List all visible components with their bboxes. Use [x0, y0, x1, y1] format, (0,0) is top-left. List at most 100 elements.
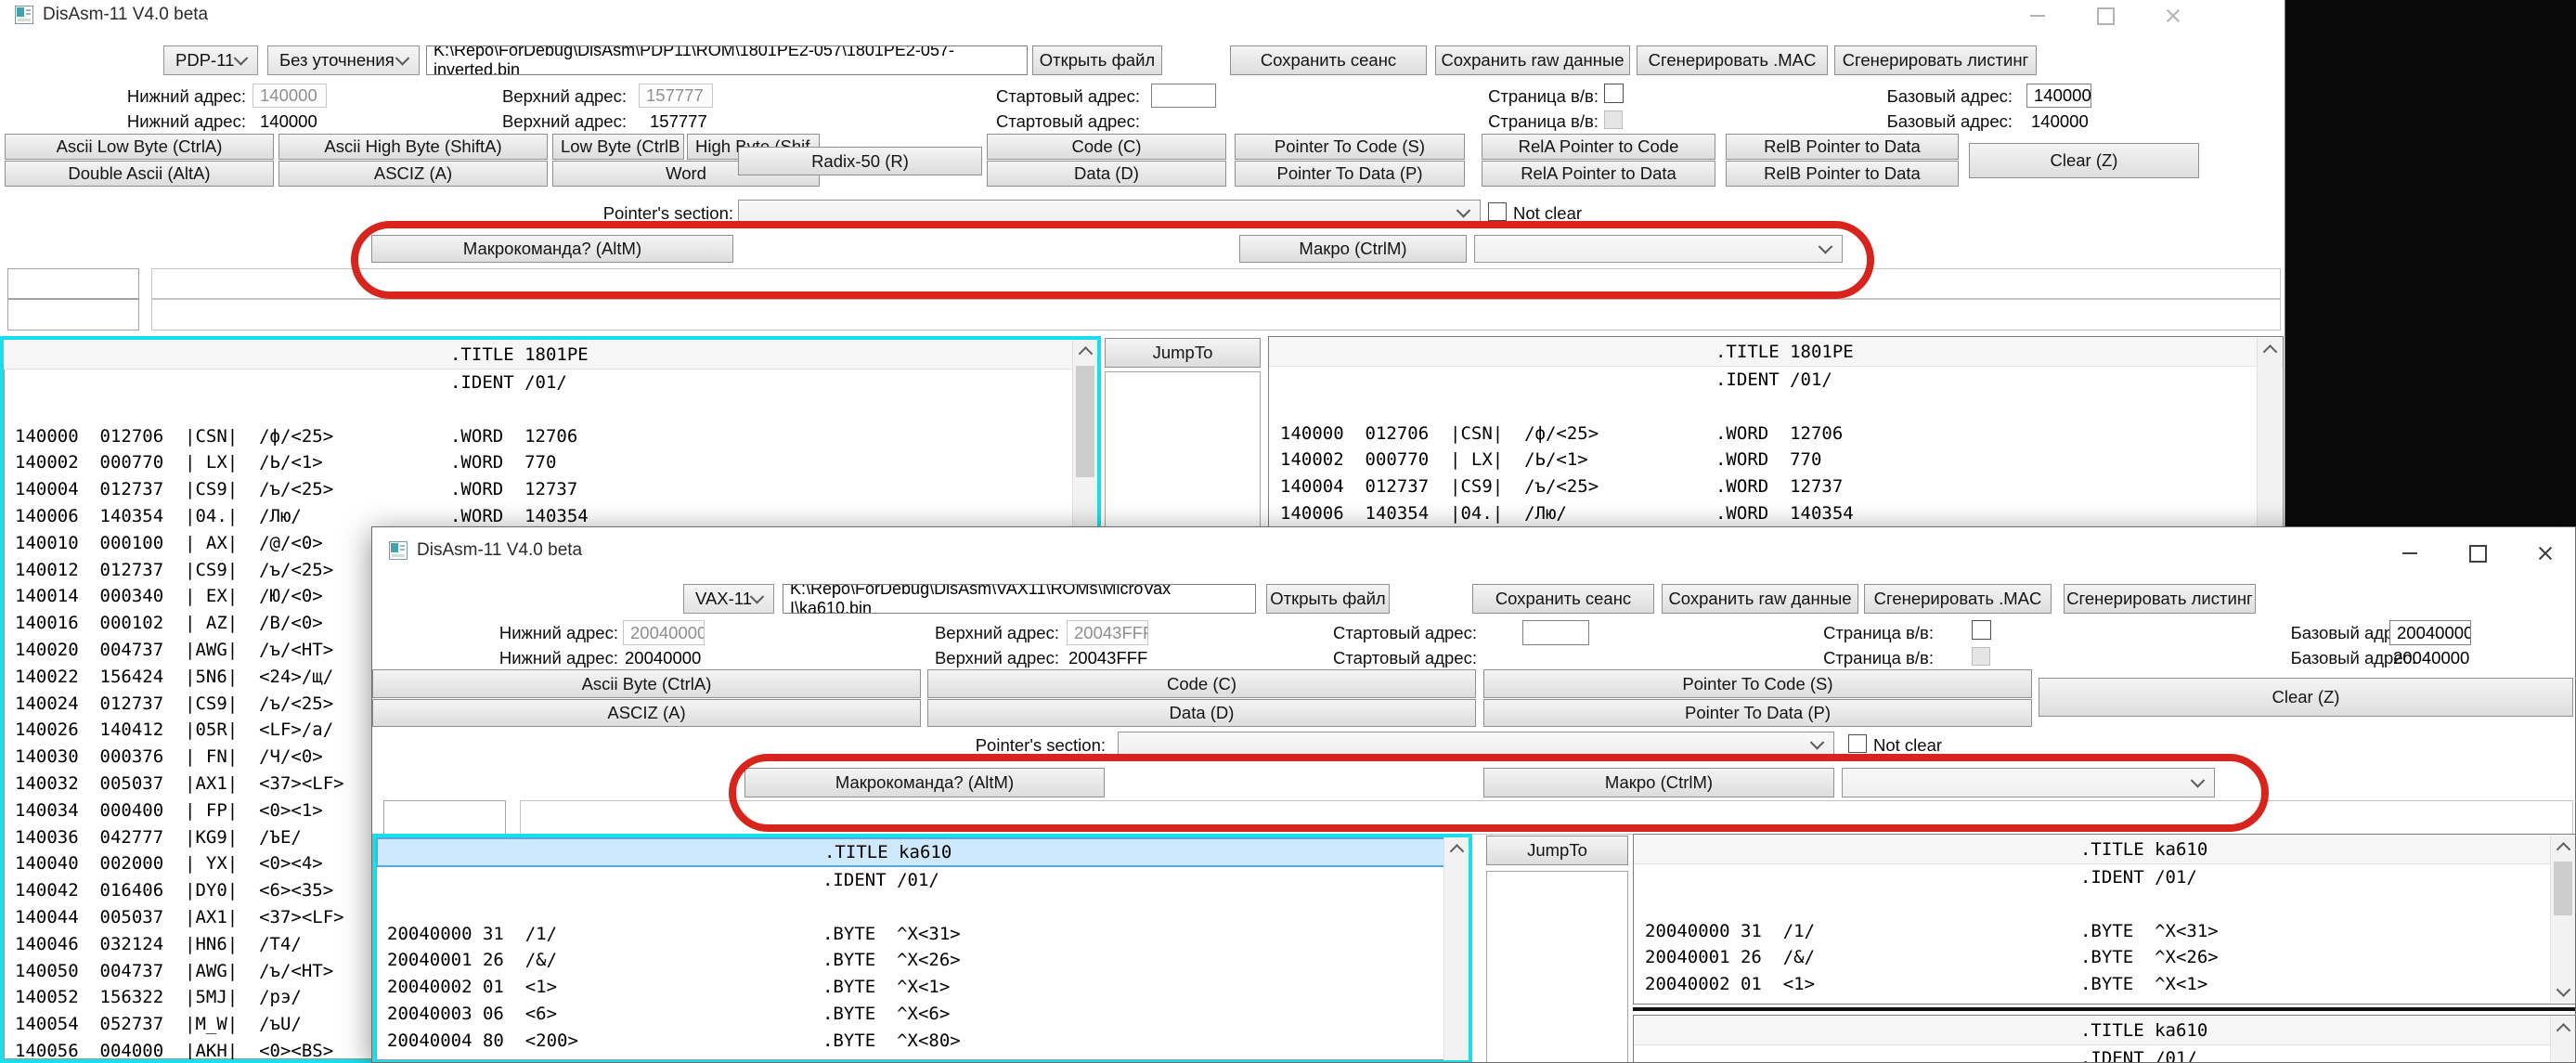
- scroll-up-icon[interactable]: [1444, 837, 1469, 862]
- code-button[interactable]: Code (C): [987, 134, 1226, 160]
- lower-address-value: 20040000: [625, 648, 701, 668]
- jumpto-button[interactable]: JumpTo: [1105, 338, 1261, 368]
- generate-mac-button[interactable]: Сгенерировать .MAC: [1864, 584, 2052, 614]
- generate-listing-button[interactable]: Сгенерировать листинг: [1834, 45, 2037, 75]
- close-icon[interactable]: [2152, 4, 2194, 28]
- listing-title-row[interactable]: .TITLE ka610: [1634, 835, 2576, 864]
- scrollbar-thumb[interactable]: [2554, 862, 2572, 915]
- base-address-label2: Базовый адрес:: [1819, 111, 2013, 132]
- relb-pointer-to-data-button1[interactable]: RelB Pointer to Data: [1726, 134, 1959, 160]
- generate-mac-button[interactable]: Сгенерировать .MAC: [1637, 45, 1828, 75]
- disasm-pane-left[interactable]: .TITLE ka610 .IDENT /01/20040000 31 /1/ …: [372, 834, 1472, 1063]
- ascii-high-byte-button[interactable]: Ascii High Byte (ShiftA): [278, 134, 548, 160]
- maximize-icon[interactable]: [2456, 541, 2499, 565]
- listing-line: 20040001 26 /&/ .BYTE ^X<26>: [1634, 944, 2576, 971]
- not-clear-checkbox[interactable]: [1488, 202, 1507, 221]
- asciz-button[interactable]: ASCIZ (A): [372, 699, 921, 727]
- save-session-button[interactable]: Сохранить сеанс: [1230, 45, 1427, 75]
- start-address-input[interactable]: [1151, 84, 1216, 108]
- io-page-label2: Страница в/в:: [1430, 111, 1599, 132]
- base-address-value: 20040000: [2393, 648, 2469, 668]
- close-icon[interactable]: [2524, 541, 2567, 565]
- radix50-button[interactable]: Radix-50 (R): [738, 147, 982, 175]
- jumpto-list[interactable]: [1486, 871, 1628, 1063]
- pointer-to-data-button[interactable]: Pointer To Data (P): [1483, 699, 2032, 727]
- listing-title-row[interactable]: .TITLE 1801PE: [4, 340, 1097, 369]
- pointer-to-data-button[interactable]: Pointer To Data (P): [1235, 161, 1465, 187]
- save-raw-button[interactable]: Сохранить raw данные: [1662, 584, 1858, 614]
- upper-address-input[interactable]: 20043FFF: [1067, 620, 1148, 645]
- clear-button[interactable]: Clear (Z): [1969, 143, 2199, 178]
- upper-address-label: Верхний адрес:: [436, 86, 627, 107]
- rela-pointer-to-data-button[interactable]: RelA Pointer to Data: [1482, 161, 1715, 187]
- listing-line: .IDENT /01/: [1269, 367, 2283, 394]
- start-address-input[interactable]: [1522, 620, 1589, 645]
- open-file-button[interactable]: Открыть файл: [1266, 584, 1390, 614]
- scroll-up-icon[interactable]: [2258, 338, 2282, 362]
- open-file-button[interactable]: Открыть файл: [1032, 45, 1162, 75]
- scrollbar[interactable]: [2550, 1017, 2575, 1062]
- comment-box-2[interactable]: [7, 299, 139, 331]
- lower-address-label: Нижний адрес:: [433, 623, 618, 643]
- lower-address-input[interactable]: 140000: [252, 84, 327, 108]
- double-ascii-button[interactable]: Double Ascii (AltA): [5, 161, 274, 187]
- cpu-select[interactable]: VAX-11: [683, 584, 774, 614]
- file-path-input[interactable]: K:\Repo\ForDebug\DisAsm\VAX11\ROMs\Micro…: [783, 584, 1256, 614]
- comment-field-2[interactable]: [151, 299, 2281, 331]
- pointer-to-code-button[interactable]: Pointer To Code (S): [1483, 669, 2032, 698]
- listing-title-row[interactable]: .TITLE ka610: [1634, 1016, 2576, 1045]
- data-button[interactable]: Data (D): [987, 161, 1226, 187]
- scroll-up-icon[interactable]: [2551, 836, 2575, 860]
- maximize-icon[interactable]: [2084, 4, 2127, 28]
- pointer-to-code-button[interactable]: Pointer To Code (S): [1235, 134, 1465, 160]
- lower-address-input[interactable]: 20040000: [623, 620, 705, 645]
- io-page-checkbox[interactable]: [1604, 84, 1624, 103]
- data-button[interactable]: Data (D): [927, 699, 1476, 727]
- splitter[interactable]: [1633, 1007, 2576, 1011]
- scroll-down-icon[interactable]: [2551, 979, 2575, 1003]
- variant-select[interactable]: Без уточнения: [267, 45, 420, 75]
- scroll-up-icon[interactable]: [2551, 1017, 2575, 1041]
- comment-box-1[interactable]: [7, 268, 139, 299]
- low-byte-button[interactable]: Low Byte (CtrlB: [552, 134, 684, 160]
- code-button[interactable]: Code (C): [927, 669, 1476, 698]
- asciz-button[interactable]: ASCIZ (A): [278, 161, 548, 187]
- ascii-low-byte-button[interactable]: Ascii Low Byte (CtrlA): [5, 134, 274, 160]
- disasm-pane-right-top[interactable]: .TITLE ka610 .IDENT /01/20040000 31 /1/ …: [1633, 834, 2576, 1005]
- clear-button[interactable]: Clear (Z): [2039, 678, 2573, 717]
- minimize-icon[interactable]: [2016, 4, 2059, 28]
- desktop: DisAsm-11 V4.0 beta PDP-11 Без уточнения…: [0, 0, 2576, 1063]
- listing-line: 20040003 06 <6> .BYTE ^X<6>: [376, 1001, 1469, 1028]
- listing-body[interactable]: .IDENT /01/20040000 31 /1/ .BYTE ^X<31>2…: [1634, 864, 2576, 998]
- upper-address-value: 20043FFF: [1068, 648, 1147, 668]
- jumpto-button[interactable]: JumpTo: [1486, 836, 1628, 865]
- cpu-select[interactable]: PDP-11: [163, 45, 258, 75]
- ascii-byte-button[interactable]: Ascii Byte (CtrlA): [372, 669, 921, 698]
- scroll-up-icon[interactable]: [1073, 340, 1097, 364]
- comment-box-1[interactable]: [383, 800, 506, 835]
- scrollbar[interactable]: [2550, 836, 2575, 1003]
- relb-pointer-to-data-button2[interactable]: RelB Pointer to Data: [1726, 161, 1959, 187]
- io-page-checkbox[interactable]: [1972, 620, 1991, 640]
- listing-title-row-selected[interactable]: .TITLE ka610: [376, 837, 1469, 867]
- listing-title-row[interactable]: .TITLE 1801PE: [1269, 337, 2283, 367]
- upper-address-input[interactable]: 157777: [639, 84, 713, 108]
- rela-pointer-to-code-button[interactable]: RelA Pointer to Code: [1482, 134, 1715, 160]
- listing-body[interactable]: .IDENT /01/20040000 31 /1/ .BYTE ^X<31>2…: [376, 867, 1469, 1055]
- lower-address-label: Нижний адрес:: [56, 86, 246, 107]
- disasm-pane-right-bottom[interactable]: .TITLE ka610 .IDENT /01/: [1633, 1015, 2576, 1063]
- not-clear-checkbox[interactable]: [1848, 734, 1867, 753]
- base-address-input[interactable]: 140000: [2026, 84, 2091, 108]
- scrollbar[interactable]: [1443, 837, 1469, 1060]
- listing-line: .IDENT /01/: [4, 369, 1097, 396]
- listing-line: [1634, 891, 2576, 918]
- minimize-icon[interactable]: [2388, 541, 2431, 565]
- base-address-input[interactable]: 20040000: [2389, 620, 2471, 645]
- generate-listing-button[interactable]: Сгенерировать листинг: [2064, 584, 2256, 614]
- listing-body[interactable]: .IDENT /01/: [1634, 1045, 2576, 1063]
- save-raw-button[interactable]: Сохранить raw данные: [1435, 45, 1630, 75]
- scrollbar-thumb[interactable]: [1076, 366, 1094, 477]
- save-session-button[interactable]: Сохранить сеанс: [1472, 584, 1654, 614]
- file-path-input[interactable]: K:\Repo\ForDebug\DisAsm\PDP11\ROM\1801PE…: [426, 45, 1028, 75]
- io-page-label2: Страница в/в:: [1759, 648, 1934, 668]
